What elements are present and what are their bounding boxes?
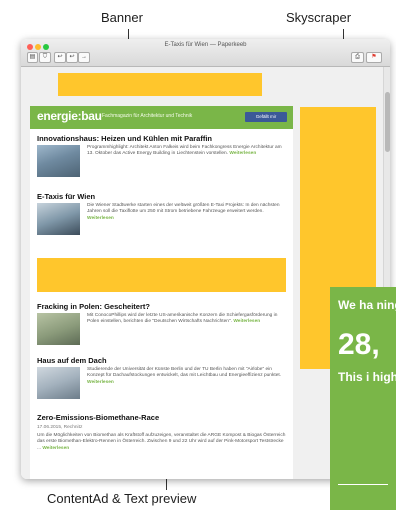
forward-button[interactable]: → [78,52,90,63]
article-4: Haus auf dem Dach Studierende der Univer… [37,356,287,404]
article-1-thumbnail[interactable] [37,145,80,177]
article-2: E-Taxis für Wien Die Wiener Stadtwerke s… [37,192,287,244]
shield-icon: ⛉ [42,54,48,60]
stat-line-1: We ha ning r [338,298,396,312]
article-1-more-link[interactable]: Weiterlesen [229,151,256,156]
scrollbar-thumb[interactable] [385,92,390,152]
article-3: Fracking in Polen: Gescheitert? Mit Cono… [37,302,287,350]
reply-icon: ↩ [57,54,63,60]
stat-panel: We ha ning r 28, This i highe brand of 1… [330,287,396,510]
reply-all-button[interactable]: ↩ [66,52,78,63]
facebook-like-label: Gefällt mir [255,114,277,119]
window-title: E-Taxis für Wien — Paperkeeb [164,42,247,48]
article-1-title[interactable]: Innovationshaus: Heizen und Kühlen mit P… [37,134,287,143]
banner-ad[interactable] [58,73,262,96]
print-button[interactable]: ⎙ [351,52,364,63]
article-4-title[interactable]: Haus auf dem Dach [37,356,287,365]
flag-icon: ⚑ [371,54,377,60]
junk-button[interactable]: ⛉ [39,52,51,63]
article-1-text: Programmhighlight: Architekt Anton Falke… [87,145,282,157]
window-titlebar: E-Taxis für Wien — Paperkeeb ▤ ⛉ ↩ ↩ → ⎙… [21,39,390,67]
stat-line-2: This i highe brand of 16, [338,370,396,384]
article-2-thumbnail[interactable] [37,203,80,235]
stat-number: 28, [338,328,380,361]
trash-icon: ▤ [29,54,36,60]
article-5-title[interactable]: Zero-Emissions-Biomethane-Race [37,413,287,422]
article-2-text: Die Wiener Stadtwerke starten eines der … [87,203,280,221]
article-3-title[interactable]: Fracking in Polen: Gescheitert? [37,302,287,311]
newsletter-tagline: Fachmagazin für Architektur und Technik [102,113,193,119]
article-5-date: 17.06.2015, Rechnitz [37,425,83,430]
stat-divider [338,484,388,485]
content-ad[interactable] [37,258,286,292]
article-4-more-link[interactable]: Weiterlesen [87,380,114,385]
article-5-more-link[interactable]: Weiterlesen [42,446,69,451]
printer-icon: ⎙ [355,54,360,60]
contentad-label: ContentAd & Text preview [47,491,197,506]
article-1: Innovationshaus: Heizen und Kühlen mit P… [37,134,287,182]
article-2-title[interactable]: E-Taxis für Wien [37,192,287,201]
flag-button[interactable]: ⚑ [366,52,382,63]
newsletter-content: energie:bau Fachmagazin für Architektur … [30,106,293,479]
article-2-more-link[interactable]: Weiterlesen [87,216,114,221]
newsletter-header: energie:bau Fachmagazin für Architektur … [30,106,293,129]
trash-button[interactable]: ▤ [27,52,38,63]
energiebau-logo[interactable]: energie:bau [37,109,102,123]
article-3-text: Mit ConocoPhillips wird der letzte US-am… [87,313,278,325]
forward-icon: → [81,54,87,60]
article-5: Zero-Emissions-Biomethane-Race 17.06.201… [37,413,287,477]
article-5-text: Um die Möglichkeiten von Biomethan als K… [37,433,286,451]
reply-all-icon: ↩ [69,54,75,60]
skyscraper-label: Skyscraper [286,10,352,25]
article-3-more-link[interactable]: Weiterlesen [233,319,260,324]
facebook-like-button[interactable]: Gefällt mir [245,112,287,122]
article-4-text: Studierende der Universität der Künste B… [87,367,282,385]
article-3-thumbnail[interactable] [37,313,80,345]
article-4-thumbnail[interactable] [37,367,80,399]
banner-label: Banner [101,10,143,25]
reply-button[interactable]: ↩ [54,52,66,63]
